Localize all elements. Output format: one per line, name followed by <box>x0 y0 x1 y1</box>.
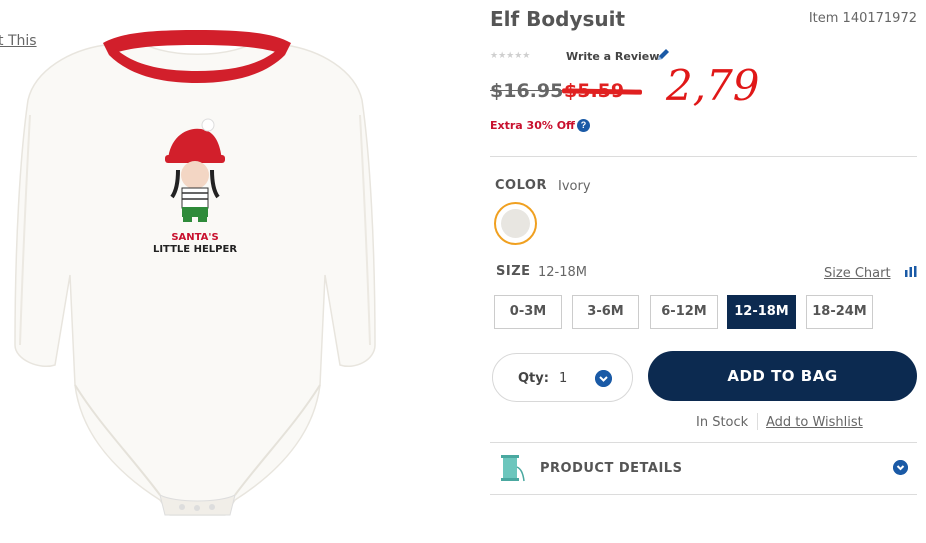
size-option-6-12m[interactable]: 6-12M <box>650 295 718 329</box>
size-option-0-3m[interactable]: 0-3M <box>494 295 562 329</box>
handwritten-price: 2,79 <box>666 61 760 110</box>
size-chart-link[interactable]: Size Chart <box>824 266 891 281</box>
size-option-18-24m[interactable]: 18-24M <box>806 295 873 329</box>
size-chart-icon[interactable] <box>904 266 918 277</box>
size-label: SIZE <box>496 264 531 279</box>
help-icon[interactable]: ? <box>577 119 590 132</box>
product-details-label[interactable]: PRODUCT DETAILS <box>540 461 682 476</box>
qty-value: 1 <box>559 371 568 386</box>
add-to-bag-button[interactable]: ADD TO BAG <box>648 351 917 401</box>
divider <box>757 413 758 430</box>
divider <box>490 156 917 157</box>
applique-text-line1: SANTA'S <box>171 232 218 243</box>
size-option-12-18m[interactable]: 12-18M <box>727 295 796 329</box>
color-swatch-ivory[interactable] <box>494 202 537 245</box>
divider <box>490 494 917 495</box>
applique-text-line2: LITTLE HELPER <box>153 244 237 255</box>
bodysuit-body <box>14 36 376 516</box>
product-title: Elf Bodysuit <box>490 7 626 31</box>
original-price: $16.95 <box>490 80 564 102</box>
quantity-select[interactable]: Qty: 1 <box>492 353 633 402</box>
rating-stars[interactable]: ★★★★★ <box>490 50 530 61</box>
extra-off-promo: Extra 30% Off <box>490 119 575 132</box>
write-review-link[interactable]: Write a Review <box>566 50 659 63</box>
size-value: 12-18M <box>538 265 587 280</box>
size-option-3-6m[interactable]: 3-6M <box>572 295 639 329</box>
product-image: SANTA'S LITTLE HELPER <box>14 30 376 516</box>
item-number: Item 140171972 <box>808 11 917 26</box>
color-value: Ivory <box>558 179 591 194</box>
thread-spool-icon <box>501 455 525 482</box>
add-to-wishlist-link[interactable]: Add to Wishlist <box>766 415 863 430</box>
chevron-down-icon[interactable] <box>595 370 612 387</box>
divider <box>490 442 917 443</box>
qty-label: Qty: <box>518 371 549 386</box>
color-label: COLOR <box>495 178 547 193</box>
stock-status: In Stock <box>696 415 749 430</box>
chevron-down-icon[interactable] <box>893 460 908 475</box>
